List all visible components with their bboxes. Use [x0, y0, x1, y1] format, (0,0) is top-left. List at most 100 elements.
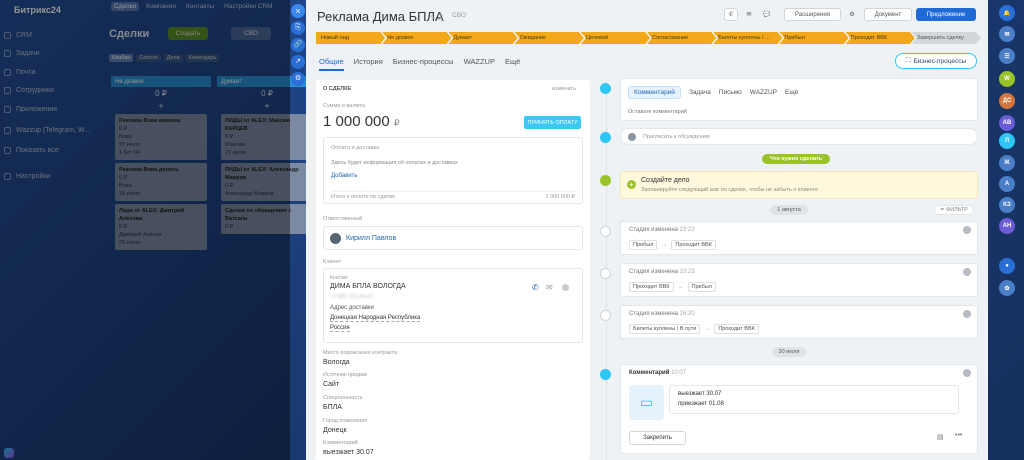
invite-discussion-field[interactable]: Пригласить к обсуждению: [620, 128, 978, 145]
divider: [331, 191, 577, 192]
comment-input[interactable]: Оставьте комментарий: [628, 109, 687, 115]
bp-icon: ⛶: [905, 57, 911, 64]
comment-title: Комментарий 10:07: [629, 370, 687, 376]
close-icon[interactable]: ×: [291, 4, 305, 18]
date-divider: 30 июля: [772, 347, 806, 357]
filter-button[interactable]: ⏷ ФИЛЬТР: [934, 205, 974, 215]
user-icon[interactable]: [963, 268, 971, 276]
payment-box: Оплата и доставка Здесь будет информация…: [323, 137, 583, 204]
settings-icon[interactable]: ⚙: [291, 72, 305, 86]
tab-wazzup[interactable]: WAZZUP: [464, 57, 495, 71]
avatar[interactable]: А: [999, 176, 1015, 192]
activity-timeline: Комментарий Задача Письмо WAZZUP Ещё Ост…: [598, 78, 978, 460]
stage-item[interactable]: Согласование: [647, 32, 716, 44]
arrow-icon: →: [661, 242, 668, 248]
responsible-label: Ответственный: [323, 216, 363, 222]
avatar[interactable]: Л: [999, 133, 1015, 149]
contact-label: Контакт: [330, 275, 349, 281]
add-icon[interactable]: +: [627, 180, 636, 189]
chat-icon[interactable]: ✉: [999, 26, 1015, 42]
responsible-name[interactable]: Кирилл Павлов: [346, 235, 396, 242]
stage-change-row: Прибыл → Проходит ВВК: [629, 240, 720, 250]
avatar[interactable]: ●: [999, 258, 1015, 274]
stage-item[interactable]: Новый лид: [316, 32, 385, 44]
deal-title: Реклама Дима БПЛА: [317, 9, 444, 24]
tab-business-processes[interactable]: Бизнес-процессы: [393, 57, 454, 71]
email-icon[interactable]: ✉: [742, 8, 756, 21]
document-button[interactable]: Документ: [864, 8, 912, 21]
address-country: Россия: [330, 325, 350, 332]
address-line: Донецкая Народная Республика: [330, 315, 421, 322]
avatar: [628, 133, 636, 141]
avatar[interactable]: ДС: [999, 93, 1015, 109]
contact-phone[interactable]: +7 900 123-45-67: [330, 294, 374, 300]
remove-icon[interactable]: [562, 284, 569, 291]
contact-name[interactable]: ДИМА БПЛА ВОЛОГДА: [330, 283, 406, 290]
business-processes-button[interactable]: ⛶ Бизнес-процессы: [895, 53, 977, 69]
avatar[interactable]: W: [999, 71, 1015, 87]
pin-button[interactable]: Закрепить: [629, 431, 686, 445]
user-icon[interactable]: [963, 226, 971, 234]
info-icon: [600, 175, 611, 186]
stage-item[interactable]: Думает: [448, 32, 517, 44]
activity-tabs: Комментарий Задача Письмо WAZZUP Ещё: [628, 86, 798, 99]
change-link[interactable]: изменить: [552, 86, 576, 92]
avatar[interactable]: АВ: [999, 115, 1015, 131]
deal-slider: Реклама Дима БПЛА ✎ ⎘ СВО ✆ ✉ 💬 Расширен…: [306, 0, 988, 460]
responsible-box[interactable]: Кирилл Павлов: [323, 226, 583, 250]
field-label: Комментарий: [323, 440, 358, 446]
stage-item[interactable]: Билеты куплены / ...: [713, 32, 782, 44]
email-icon[interactable]: ✉: [546, 283, 553, 292]
stage-change-item: Стадия изменена 16:20 Билеты куплены / В…: [620, 305, 978, 339]
accept-payment-button[interactable]: ПРИНЯТЬ ОПЛАТУ: [524, 116, 581, 129]
extensions-button[interactable]: Расширения: [784, 8, 841, 21]
avatar[interactable]: ✿: [999, 280, 1015, 296]
open-new-window-icon[interactable]: ↗: [291, 55, 305, 69]
copy-link-icon[interactable]: 🔗: [291, 38, 305, 52]
stage-finish[interactable]: Завершить сделку: [912, 32, 981, 44]
tab-comment[interactable]: Комментарий: [628, 86, 681, 99]
note-icon[interactable]: ▤: [937, 433, 944, 441]
contacts-icon[interactable]: ☰: [999, 48, 1015, 64]
phone-icon[interactable]: ✆: [532, 283, 539, 292]
deal-category[interactable]: СВО: [452, 12, 466, 19]
phone-icon[interactable]: ✆: [724, 8, 738, 21]
link-icon[interactable]: ⎘: [291, 21, 305, 35]
arrow-icon: →: [704, 326, 711, 332]
todo-title: Создайте дело: [641, 177, 690, 184]
tab-more[interactable]: Ещё: [785, 89, 798, 96]
field-value: Сайт: [323, 381, 340, 388]
stage-item[interactable]: Проходит ВВК: [846, 32, 915, 44]
date-divider: 1 августа: [770, 205, 808, 215]
client-label: Клиент: [323, 259, 342, 265]
comment-body: выезжает 30.07 приезжает 01.08: [669, 385, 959, 414]
tab-wazzup[interactable]: WAZZUP: [750, 89, 777, 96]
filter-icon: ⏷: [940, 206, 945, 213]
gear-icon[interactable]: ⚙: [846, 8, 858, 21]
message-icon[interactable]: 💬: [760, 8, 774, 21]
tab-letter[interactable]: Письмо: [719, 89, 742, 96]
avatar[interactable]: АН: [999, 218, 1015, 234]
stage-item[interactable]: Ожидание: [515, 32, 584, 44]
add-payment-link[interactable]: Добавить: [331, 173, 358, 179]
avatar[interactable]: КЗ: [999, 197, 1015, 213]
user-icon[interactable]: [963, 310, 971, 318]
more-icon[interactable]: •••: [955, 432, 962, 439]
stage-item[interactable]: Целевой: [581, 32, 650, 44]
edit-title-icon[interactable]: ✎ ⎘: [430, 14, 443, 23]
tab-general[interactable]: Общие: [319, 57, 344, 71]
payment-note: Здесь будет информация об оплатах и дост…: [331, 160, 458, 166]
notifications-icon[interactable]: 🔔: [999, 5, 1015, 21]
todo-box[interactable]: + Создайте дело Запланируйте следующий ш…: [620, 171, 978, 199]
stage-item[interactable]: Прибыл: [779, 32, 848, 44]
tab-history[interactable]: История: [354, 57, 383, 71]
tab-more[interactable]: Ещё: [505, 57, 520, 71]
stage-item[interactable]: Не дозвон: [382, 32, 451, 44]
field-label: Место подписания контракта: [323, 350, 398, 356]
tab-task[interactable]: Задача: [689, 89, 711, 96]
avatar[interactable]: Ж: [999, 155, 1015, 171]
slider-side-actions: × ⎘ 🔗 ↗ ⚙: [288, 4, 308, 89]
offer-button[interactable]: Предложение: [916, 8, 976, 21]
stage-change-row: Проходит ВВК → Прибыл: [629, 282, 720, 292]
user-icon[interactable]: [963, 369, 971, 377]
